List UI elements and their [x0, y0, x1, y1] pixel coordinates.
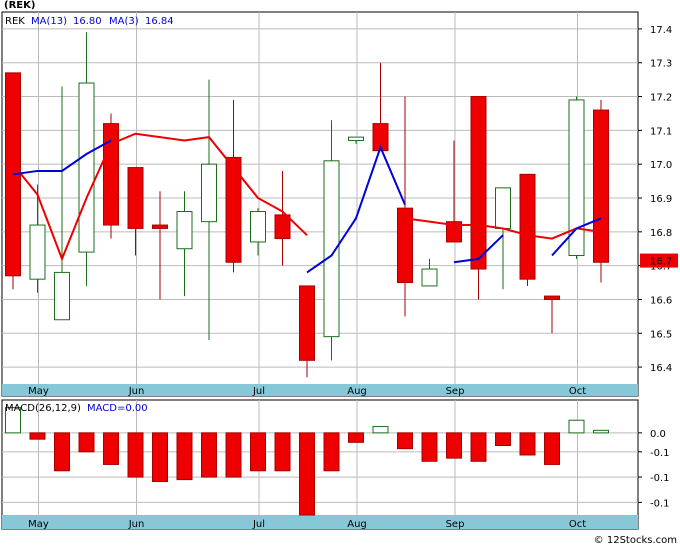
copyright: © 12Stocks.com — [594, 535, 677, 546]
macd-month-label: May — [28, 519, 49, 530]
price-tick-label: 17.1 — [650, 126, 672, 137]
macd-month-band — [2, 515, 638, 529]
macd-bar — [29, 432, 46, 440]
candle-body — [250, 211, 266, 243]
last-price-label: 16.7 — [650, 257, 672, 268]
macd-bar — [519, 432, 536, 456]
macd-bar — [323, 432, 340, 472]
month-label: Sep — [446, 386, 465, 397]
price-month-axis: May Jun Jul Aug Sep Oct — [2, 384, 638, 397]
candle-body — [54, 271, 70, 321]
month-label: Jul — [252, 386, 265, 397]
candle-body — [568, 99, 585, 256]
candle-body — [470, 96, 487, 270]
macd-label: MACD(26,12,9) — [5, 403, 81, 414]
candle-body — [495, 187, 511, 229]
candle-body — [593, 109, 609, 263]
macd-bar — [397, 432, 413, 450]
price-panel-frame — [1, 11, 639, 397]
price-tick-label: 16.5 — [650, 329, 672, 340]
candle — [5, 72, 21, 290]
legend-ticker: REK — [5, 16, 25, 27]
macd-tick-label: -0.1 — [650, 498, 670, 509]
macd-tick-label: 0.0 — [650, 429, 666, 440]
candle — [593, 99, 609, 283]
candle-body — [29, 224, 46, 280]
month-label: Jun — [128, 386, 145, 397]
candle-body — [127, 167, 144, 229]
macd-month-axis: May Jun Jul Aug Sep Oct — [2, 515, 638, 530]
candle-body — [348, 136, 364, 142]
macd-bar — [225, 432, 242, 478]
macd-bar — [274, 432, 291, 472]
macd-bar — [372, 426, 389, 434]
macd-bar — [54, 432, 70, 472]
price-tick-label: 17.3 — [650, 59, 672, 70]
macd-month-label: Aug — [347, 519, 367, 530]
macd-bar — [201, 432, 217, 478]
price-tick-label: 17.4 — [650, 25, 672, 36]
macd-bar — [78, 432, 95, 453]
macd-bar — [421, 432, 438, 462]
macd-tick-label: -0.1 — [650, 448, 670, 459]
candle-body — [421, 268, 438, 287]
price-panel: May Jun Jul Aug Sep Oct 17.4 17.3 17.2 17.1 17.0 1… — [1, 0, 678, 397]
price-month-band — [2, 384, 638, 396]
macd-value-label: MACD=0.00 — [87, 403, 148, 414]
macd-bar — [250, 432, 266, 472]
price-tick-label: 17.2 — [650, 93, 672, 104]
macd-bar — [176, 432, 193, 481]
candle-body — [299, 285, 315, 361]
macd-month-label: Jul — [252, 519, 265, 530]
price-tick-label: 16.9 — [650, 194, 672, 205]
macd-bar — [568, 419, 585, 434]
macd-bar — [103, 432, 119, 465]
candle-body — [519, 173, 536, 280]
price-tick-label: 16.6 — [650, 295, 672, 306]
ticker-title: (REK) — [4, 0, 35, 11]
price-tick-label: 16.8 — [650, 228, 672, 239]
month-label: Aug — [347, 386, 367, 397]
month-label: Oct — [569, 386, 586, 397]
legend-ma3-label: MA(3) — [109, 16, 139, 27]
month-label: May — [28, 386, 49, 397]
stock-chart: May Jun Jul Aug Sep Oct 17.4 17.3 17.2 17.1 17.0 1… — [0, 0, 680, 546]
candle-body — [176, 211, 193, 250]
candle — [470, 96, 487, 300]
price-tick-label: 17.0 — [650, 160, 672, 171]
candle-body — [201, 163, 217, 223]
candle-body — [152, 224, 168, 229]
macd-bar — [593, 429, 609, 434]
macd-bar — [152, 432, 168, 483]
macd-month-label: Oct — [569, 519, 586, 530]
legend-ma13-value: 16.80 — [73, 16, 102, 27]
macd-bar — [470, 432, 487, 462]
candle — [103, 113, 119, 239]
legend-ma3-value: 16.84 — [145, 16, 174, 27]
macd-bar — [495, 432, 511, 446]
legend-ma13-label: MA(13) — [31, 16, 67, 27]
candle-body — [544, 295, 560, 300]
candle-body — [103, 123, 119, 226]
candle-body — [78, 82, 95, 253]
candle — [519, 173, 536, 286]
macd-panel-frame — [1, 399, 639, 530]
macd-bar — [299, 432, 315, 516]
candle-body — [274, 214, 291, 240]
macd-month-label: Jun — [128, 519, 145, 530]
macd-bar — [348, 432, 364, 443]
price-tick-label: 16.4 — [650, 363, 672, 374]
macd-bar — [127, 432, 144, 478]
macd-tick-label: -0.1 — [650, 473, 670, 484]
macd-bar — [446, 432, 462, 459]
macd-legend: MACD(26,12,9) MACD=0.00 — [5, 403, 148, 414]
macd-month-label: Sep — [446, 519, 465, 530]
macd-bar — [544, 432, 560, 465]
macd-panel: May Jun Jul Aug Sep Oct 0.0 -0.1 -0.1 -0.1 MACD(… — [1, 399, 670, 530]
